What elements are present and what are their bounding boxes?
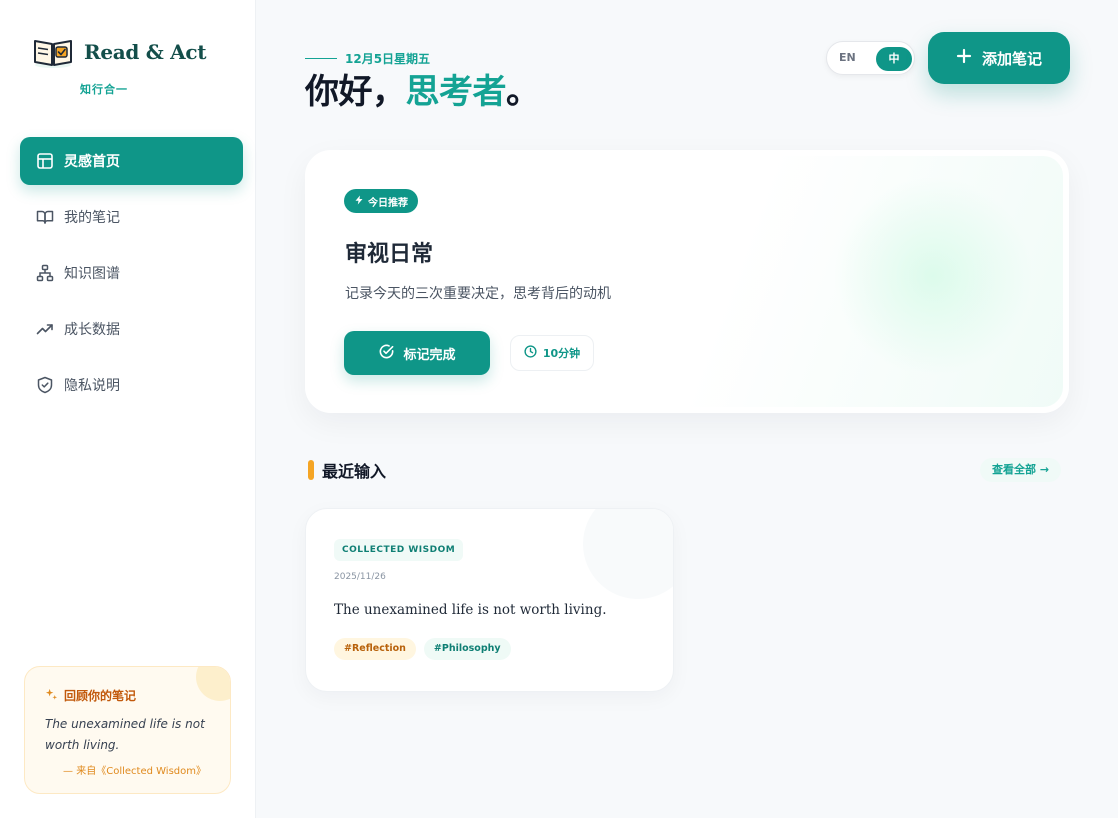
sidebar-item-label: 灵感首页 — [64, 154, 120, 170]
sidebar-item-label: 我的笔记 — [64, 210, 120, 226]
note-card[interactable]: COLLECTED WISDOM 2025/11/26 The unexamin… — [305, 508, 674, 692]
sidebar-item-graph[interactable]: 知识图谱 — [20, 249, 243, 297]
note-category: COLLECTED WISDOM — [334, 539, 464, 561]
mark-done-label: 标记完成 — [403, 347, 456, 363]
badge-label: 今日推荐 — [368, 197, 408, 209]
recommendation-description: 记录今天的三次重要决定，思考背后的动机 — [345, 286, 611, 302]
decorative-circle — [583, 509, 673, 599]
greeting-name: 思考者 — [405, 72, 507, 112]
memory-quote: The unexamined life is not worth living. — [45, 717, 205, 752]
check-circle-icon — [378, 343, 395, 364]
clock-icon — [524, 345, 537, 361]
lightning-icon — [354, 195, 364, 208]
add-note-label: 添加笔记 — [981, 49, 1042, 68]
memory-header: 回顾你的笔记 — [45, 687, 210, 704]
sidebar-item-notes[interactable]: 我的笔记 — [20, 193, 243, 241]
recent-section-header: 最近输入 — [308, 458, 386, 482]
sparkle-icon — [45, 688, 58, 704]
tag-chip[interactable]: #Reflection — [334, 638, 416, 660]
add-note-button[interactable]: 添加笔记 — [928, 32, 1070, 84]
duration-label: 10分钟 — [542, 347, 581, 360]
sidebar-item-label: 知识图谱 — [64, 266, 120, 282]
brand-name: Read & Act — [84, 40, 207, 64]
tag-chip[interactable]: #Philosophy — [423, 638, 511, 660]
greeting-suffix: 。 — [506, 72, 540, 112]
recommendation-badge: 今日推荐 — [344, 189, 418, 213]
recent-section-title: 最近输入 — [322, 462, 387, 481]
layout-icon — [36, 152, 54, 170]
lang-zh-option[interactable]: 中 — [876, 47, 912, 71]
sidebar-nav: 灵感首页 我的笔记 知识图谱 成长数据 隐私说明 — [20, 137, 243, 417]
language-toggle[interactable]: EN 中 — [826, 41, 915, 75]
daily-recommendation-card: 今日推荐 审视日常 记录今天的三次重要决定，思考背后的动机 标记完成 10分钟 — [305, 150, 1069, 413]
note-text: The unexamined life is not worth living. — [334, 602, 607, 618]
lang-en-option[interactable]: EN — [839, 51, 856, 64]
memory-source: — 来自《Collected Wisdom》 — [63, 766, 206, 777]
sidebar: Read & Act 知行合一 灵感首页 我的笔记 知识图谱 成长数据 隐私说明… — [0, 0, 256, 818]
sidebar-item-home[interactable]: 灵感首页 — [20, 137, 243, 185]
duration-chip: 10分钟 — [510, 335, 594, 371]
note-tags: #Reflection #Philosophy — [334, 638, 645, 660]
greeting-prefix: 你好， — [305, 72, 406, 112]
trending-up-icon — [36, 320, 54, 338]
decorative-glow — [833, 176, 1033, 376]
view-all-link[interactable]: 查看全部 → — [980, 458, 1062, 482]
book-open-icon — [36, 208, 54, 226]
page-greeting: 你好，思考者。 — [305, 64, 540, 113]
brand-subtitle: 知行合一 — [80, 83, 128, 96]
sidebar-item-label: 隐私说明 — [64, 378, 120, 394]
memory-review-card[interactable]: 回顾你的笔记 The unexamined life is not worth … — [24, 666, 231, 794]
book-logo-icon — [34, 40, 72, 68]
sidebar-item-stats[interactable]: 成长数据 — [20, 305, 243, 353]
brand[interactable]: Read & Act — [32, 34, 207, 70]
memory-title: 回顾你的笔记 — [64, 689, 137, 703]
hierarchy-icon — [36, 264, 54, 282]
sidebar-item-privacy[interactable]: 隐私说明 — [20, 361, 243, 409]
note-date: 2025/11/26 — [334, 572, 386, 582]
shield-icon — [36, 376, 54, 394]
date-divider — [305, 58, 337, 59]
recommendation-title: 审视日常 — [345, 242, 434, 267]
mark-done-button[interactable]: 标记完成 — [344, 331, 490, 375]
plus-icon — [956, 48, 972, 68]
section-marker — [308, 460, 314, 480]
sidebar-item-label: 成长数据 — [64, 322, 120, 338]
